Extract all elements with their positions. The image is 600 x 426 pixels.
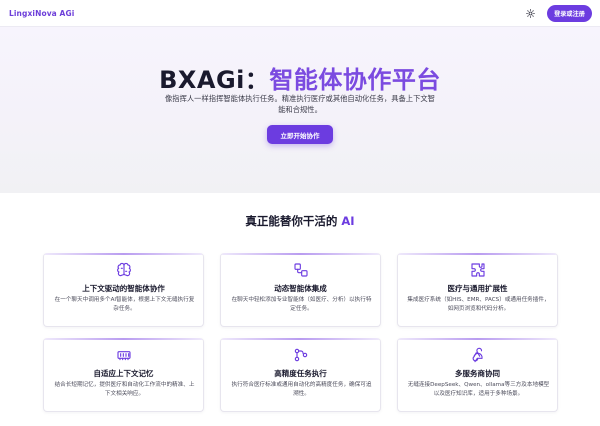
- start-collaboration-button[interactable]: 立即开始协作: [267, 125, 333, 144]
- hero-title-accent: 智能体协作平台: [269, 66, 441, 94]
- feature-card-title: 动态智能体集成: [274, 284, 327, 293]
- layers-icon: [293, 262, 309, 278]
- feature-card-title: 多服务商协同: [455, 369, 500, 378]
- feature-card-title: 医疗与通用扩展性: [447, 284, 508, 293]
- feature-card-description: 结合长短期记忆，提供医疗和自动化工作流中的精准、上下文相关响应。: [54, 382, 195, 397]
- feature-card: 多服务商协同 无缝连接DeepSeek、Qwen、ollama等三方及本地模型以…: [397, 338, 558, 412]
- feature-card-title: 高精度任务执行: [274, 369, 327, 378]
- feature-card-description: 在聊天中轻松添加专业智能体（如医疗、分析）以执行特定任务。: [231, 297, 372, 312]
- top-navbar: LingxiNova AGi 登录或注册: [0, 0, 600, 27]
- features-heading-accent: AI: [341, 214, 355, 228]
- features-heading: 真正能替你干活的 AI: [0, 213, 600, 229]
- brain-icon: [116, 262, 132, 278]
- feature-card: 自适应上下文记忆 结合长短期记忆，提供医疗和自动化工作流中的精准、上下文相关响应…: [43, 338, 204, 412]
- hero-description: 像指挥人一样指挥智能体执行任务。精准执行医疗或其他自动化任务，具备上下文智能和合…: [165, 94, 435, 114]
- hero-section: BXAGi：智能体协作平台 像指挥人一样指挥智能体执行任务。精准执行医疗或其他自…: [0, 27, 600, 193]
- nav-actions: 登录或注册: [523, 4, 592, 22]
- feature-card: 上下文驱动的智能体协作 在一个聊天中调用多个AI智能体，根据上下文无缝执行复杂任…: [43, 253, 204, 327]
- feature-card-description: 在一个聊天中调用多个AI智能体，根据上下文无缝执行复杂任务。: [54, 297, 195, 312]
- features-heading-prefix: 真正能替你干活的: [245, 214, 342, 228]
- webhook-icon: [470, 347, 486, 363]
- feature-card: 动态智能体集成 在聊天中轻松添加专业智能体（如医疗、分析）以执行特定任务。: [220, 253, 381, 327]
- feature-card-description: 无缝连接DeepSeek、Qwen、ollama等三方及本地模型以及医疗知识库，…: [407, 382, 550, 397]
- memory-icon: [116, 347, 132, 363]
- hero-title-prefix: BXAGi：: [159, 66, 270, 94]
- workflow-icon: [293, 347, 309, 363]
- feature-card-title: 上下文驱动的智能体协作: [82, 284, 165, 293]
- feature-card-title: 自适应上下文记忆: [93, 369, 154, 378]
- feature-card-description: 执行符合医疗标准或通用自动化的高精度任务，确保可追溯性。: [231, 382, 372, 397]
- feature-card-description: 集成医疗系统（如HIS、EMR、PACS）或通用任务插件，如网页浏览和代码分析。: [407, 297, 550, 312]
- feature-card: 医疗与通用扩展性 集成医疗系统（如HIS、EMR、PACS）或通用任务插件，如网…: [397, 253, 558, 327]
- sun-icon[interactable]: [523, 6, 537, 20]
- feature-card: 高精度任务执行 执行符合医疗标准或通用自动化的高精度任务，确保可追溯性。: [220, 338, 381, 412]
- login-register-button[interactable]: 登录或注册: [547, 4, 592, 22]
- puzzle-icon: [470, 262, 486, 278]
- brand-logo-text[interactable]: LingxiNova AGi: [9, 9, 74, 18]
- hero-title: BXAGi：智能体协作平台: [0, 60, 600, 95]
